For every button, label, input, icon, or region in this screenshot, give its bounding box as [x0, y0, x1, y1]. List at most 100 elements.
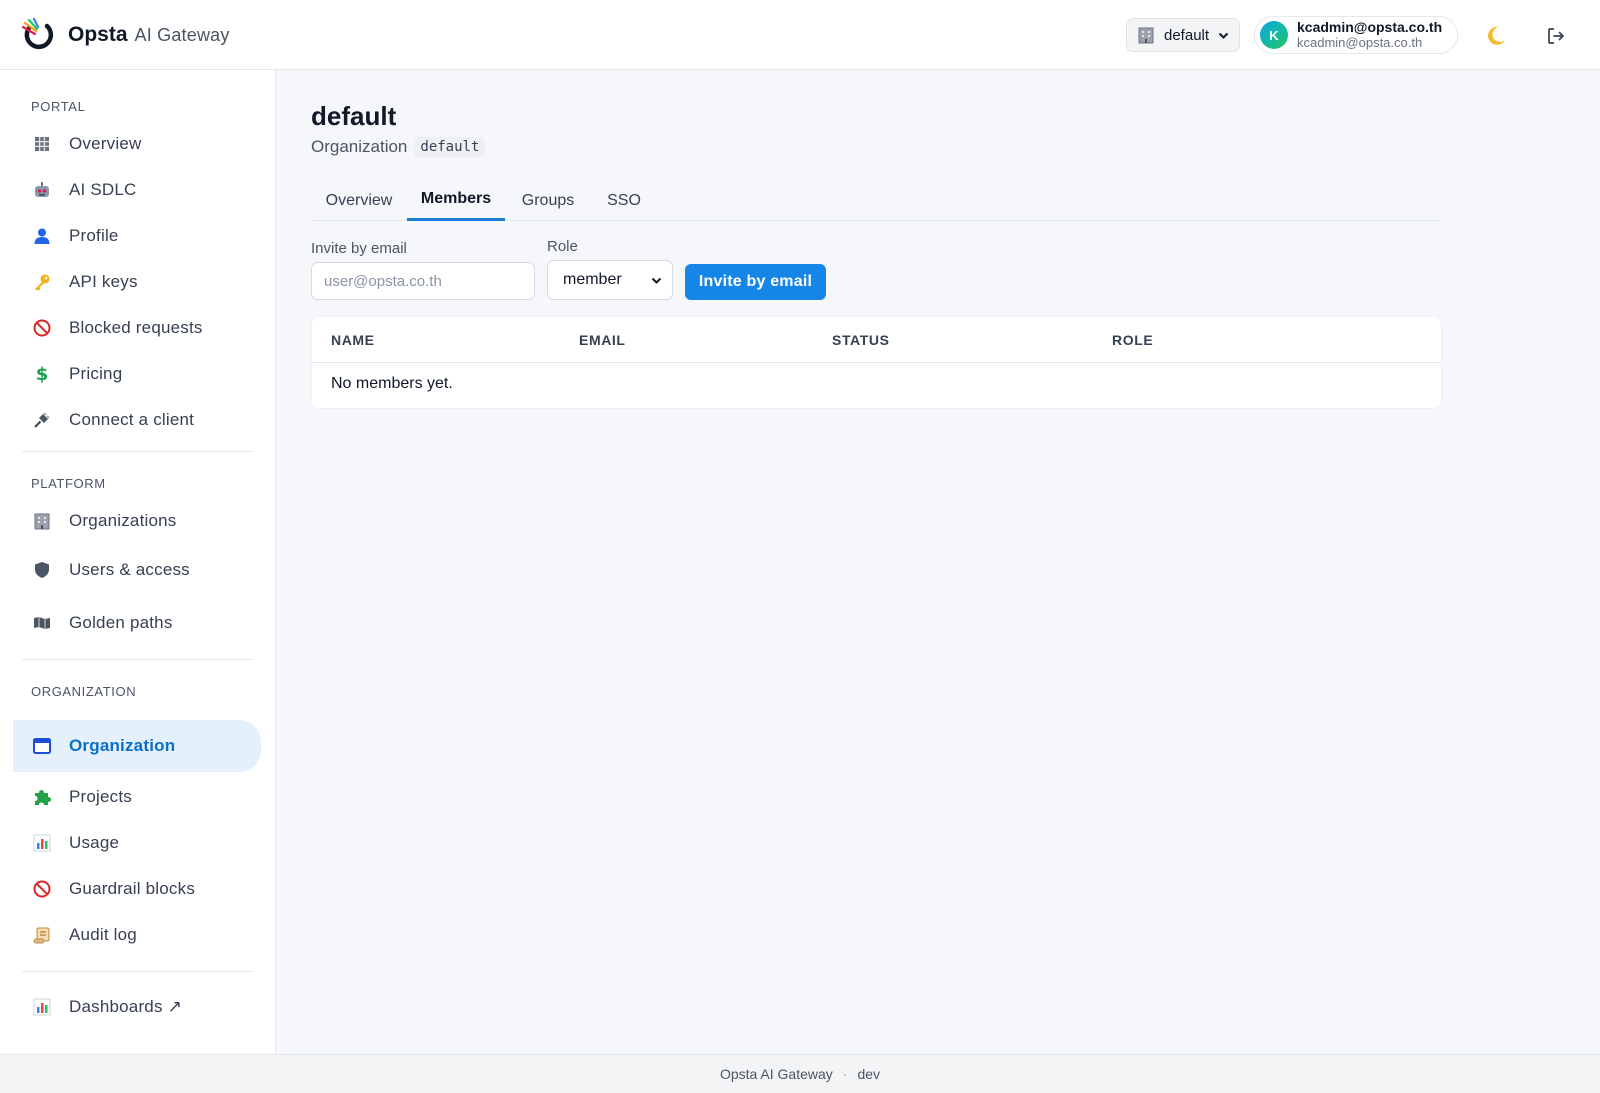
building-icon [33, 512, 51, 530]
sidebar-item-organizations[interactable]: Organizations [13, 499, 261, 543]
top-bar: Opsta AI Gateway default K kcadmin@opsta… [0, 0, 1600, 70]
sidebar-item-overview[interactable]: Overview [13, 122, 261, 166]
avatar: K [1260, 21, 1288, 49]
chevron-down-icon [651, 277, 662, 284]
tab-sso[interactable]: SSO [591, 180, 657, 221]
tab-members[interactable]: Members [407, 180, 505, 221]
sidebar-item-pricing[interactable]: $ Pricing [13, 352, 261, 396]
user-menu[interactable]: K kcadmin@opsta.co.th kcadmin@opsta.co.t… [1254, 16, 1458, 54]
brand[interactable]: Opsta AI Gateway [20, 18, 230, 52]
user-name: kcadmin@opsta.co.th [1297, 19, 1443, 35]
section-label-organization: ORGANIZATION [31, 684, 137, 699]
sidebar-item-users-access[interactable]: Users & access [13, 548, 261, 592]
page-subtitle: Organization default [311, 137, 486, 157]
robot-icon [33, 181, 51, 199]
chevron-down-icon [1218, 32, 1229, 39]
main-content: default Organization default Overview Me… [277, 70, 1600, 1054]
logout-icon [1548, 28, 1564, 44]
bar-chart-icon [33, 834, 51, 852]
sidebar-item-label: Projects [69, 787, 133, 806]
table-header: NAME EMAIL STATUS ROLE [312, 317, 1441, 363]
sidebar-item-api-keys[interactable]: API keys [13, 260, 261, 304]
tab-bar: Overview Members Groups SSO [311, 180, 1442, 221]
column-header-name: NAME [331, 332, 375, 348]
user-email: kcadmin@opsta.co.th [1297, 35, 1423, 50]
invite-email-input[interactable] [311, 262, 535, 300]
plug-icon [33, 411, 51, 429]
sidebar: PORTAL Overview AI SDLC Profile API keys… [0, 70, 276, 1054]
building-icon [1138, 27, 1154, 44]
sidebar-item-label: Pricing [69, 364, 123, 383]
org-code-chip: default [414, 137, 486, 157]
role-label: Role [547, 238, 578, 255]
footer: Opsta AI Gateway · dev [0, 1054, 1600, 1093]
theme-toggle-button[interactable] [1482, 22, 1510, 50]
footer-env: dev [857, 1066, 881, 1082]
sidebar-item-label: AI SDLC [69, 180, 137, 199]
grid-icon [33, 135, 51, 153]
tab-overview[interactable]: Overview [311, 180, 407, 221]
sidebar-item-guardrail-blocks[interactable]: Guardrail blocks [13, 867, 261, 911]
sidebar-item-connect-a-client[interactable]: Connect a client [13, 398, 261, 442]
map-icon [33, 614, 51, 632]
shield-icon [33, 561, 51, 579]
moon-icon [1488, 26, 1505, 45]
logout-button[interactable] [1542, 22, 1570, 50]
column-header-email: EMAIL [579, 332, 626, 348]
dollar-icon: $ [35, 363, 49, 385]
section-label-platform: PLATFORM [31, 476, 106, 491]
brand-subtitle: AI Gateway [134, 24, 230, 45]
key-icon [33, 273, 51, 291]
column-header-status: STATUS [832, 332, 890, 348]
scroll-icon [33, 926, 51, 944]
user-icon [33, 227, 51, 245]
empty-state-message: No members yet. [331, 375, 453, 392]
sidebar-item-label: Users & access [69, 560, 190, 579]
page-subtitle-label: Organization [311, 137, 408, 156]
sidebar-item-projects[interactable]: Projects [13, 775, 261, 819]
org-selector[interactable]: default [1126, 18, 1240, 52]
sidebar-item-label: Connect a client [69, 410, 195, 429]
sidebar-item-organization[interactable]: Organization [13, 720, 261, 772]
members-table: NAME EMAIL STATUS ROLE No members yet. [311, 316, 1442, 409]
role-select-value: member [563, 271, 622, 288]
org-selector-value: default [1164, 26, 1210, 44]
bar-chart-icon [33, 998, 51, 1016]
prohibited-icon [33, 880, 51, 898]
sidebar-item-label: Guardrail blocks [69, 879, 196, 898]
sidebar-item-dashboards[interactable]: Dashboards ↗ [13, 985, 261, 1029]
sidebar-item-label: Blocked requests [69, 318, 203, 337]
sidebar-item-golden-paths[interactable]: Golden paths [13, 601, 261, 645]
sidebar-item-usage[interactable]: Usage [13, 821, 261, 865]
sidebar-item-audit-log[interactable]: Audit log [13, 913, 261, 957]
sidebar-divider [22, 451, 252, 452]
sidebar-item-profile[interactable]: Profile [13, 214, 261, 258]
section-label-portal: PORTAL [31, 99, 86, 114]
window-icon [33, 737, 51, 755]
footer-separator: · [842, 1066, 848, 1082]
sidebar-item-label: Dashboards ↗ [69, 997, 183, 1016]
sidebar-item-blocked-requests[interactable]: Blocked requests [13, 306, 261, 350]
sidebar-item-label: Organization [69, 736, 176, 755]
prohibited-icon [33, 319, 51, 337]
footer-app-name: Opsta AI Gateway [719, 1066, 833, 1082]
sidebar-divider [22, 659, 252, 660]
tab-groups[interactable]: Groups [505, 180, 591, 221]
brand-name: Opsta [68, 23, 128, 46]
invite-button[interactable]: Invite by email [685, 264, 826, 300]
sidebar-item-label: API keys [69, 272, 138, 291]
sidebar-item-label: Overview [69, 134, 142, 153]
page-title: default [311, 101, 397, 131]
puzzle-icon [33, 788, 51, 806]
sidebar-item-label: Golden paths [69, 613, 173, 632]
opsta-logo-icon [21, 18, 54, 50]
column-header-role: ROLE [1112, 332, 1154, 348]
sidebar-item-label: Profile [69, 226, 119, 245]
sidebar-item-ai-sdlc[interactable]: AI SDLC [13, 168, 261, 212]
sidebar-divider [22, 971, 252, 972]
sidebar-item-label: Audit log [69, 925, 137, 944]
invite-email-label: Invite by email [311, 240, 407, 257]
role-select[interactable]: member [547, 260, 673, 300]
sidebar-item-label: Organizations [69, 511, 177, 530]
sidebar-item-label: Usage [69, 833, 120, 852]
